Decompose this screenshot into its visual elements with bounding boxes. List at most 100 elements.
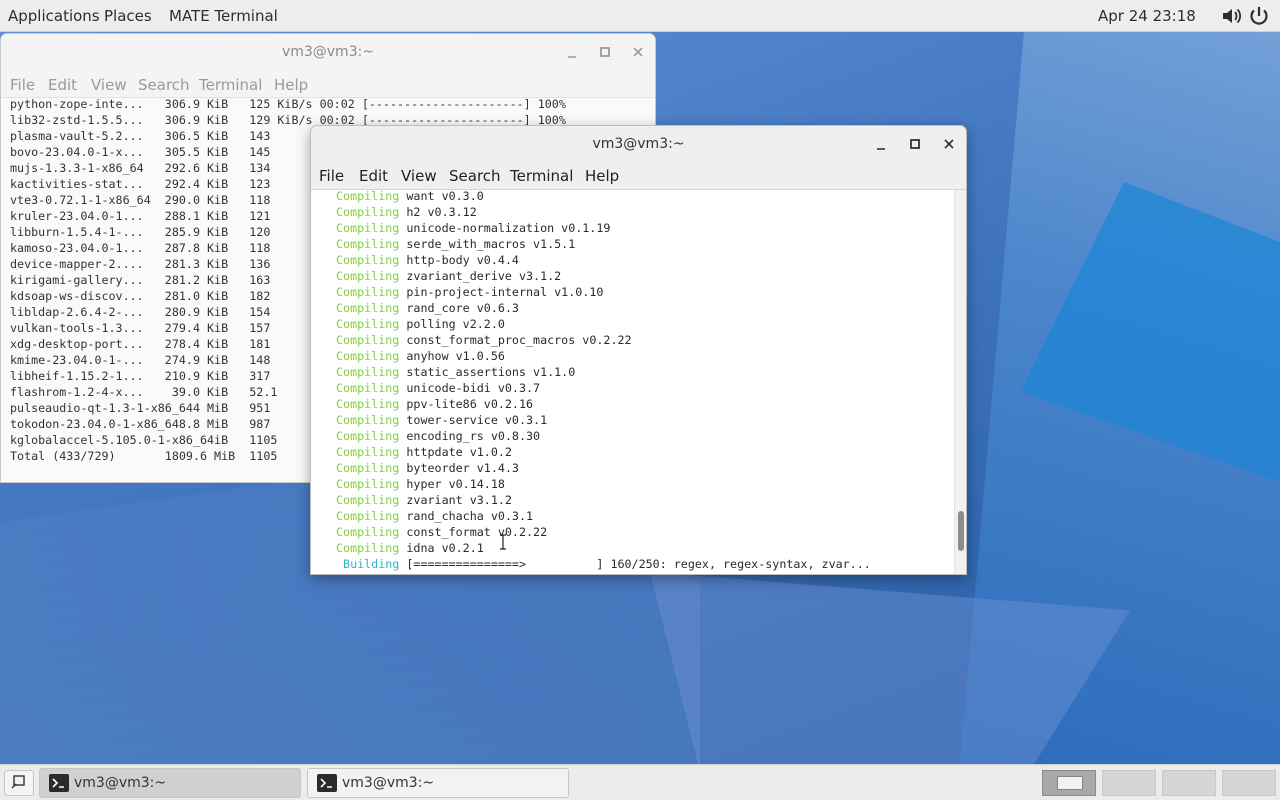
terminal-line: Compiling unicode-normalization v0.1.19 [336, 220, 871, 236]
mate-terminal-launcher[interactable]: MATE Terminal [169, 7, 278, 25]
crate-name: tower-service v0.3.1 [399, 413, 548, 427]
compiling-keyword: Compiling [336, 333, 400, 347]
window-title[interactable]: vm3@vm3:~ [311, 126, 966, 163]
crate-name: idna v0.2.1 [399, 541, 484, 555]
menu-edit[interactable]: Edit [48, 76, 77, 94]
menu-edit[interactable]: Edit [359, 167, 388, 185]
menu-terminal[interactable]: Terminal [510, 167, 573, 185]
workspace-4[interactable] [1222, 770, 1276, 796]
crate-name: httpdate v1.0.2 [399, 445, 512, 459]
close-icon[interactable] [628, 42, 648, 62]
crate-name: rand_chacha v0.3.1 [399, 509, 534, 523]
crate-name: ppv-lite86 v0.2.16 [399, 397, 534, 411]
building-keyword: Building [336, 557, 400, 571]
terminal-icon [48, 773, 70, 793]
terminal-line: Compiling pin-project-internal v1.0.10 [336, 284, 871, 300]
scrollbar-thumb[interactable] [958, 511, 964, 551]
terminal-line: Compiling serde_with_macros v1.5.1 [336, 236, 871, 252]
menu-view[interactable]: View [401, 167, 437, 185]
minimize-icon[interactable] [562, 43, 582, 63]
terminal-line: Compiling encoding_rs v0.8.30 [336, 428, 871, 444]
scrollbar[interactable] [954, 190, 966, 574]
menu-terminal[interactable]: Terminal [199, 76, 262, 94]
text-cursor-icon [499, 534, 507, 550]
menu-help[interactable]: Help [274, 76, 308, 94]
menu-help[interactable]: Help [585, 167, 619, 185]
menu-file[interactable]: File [10, 76, 35, 94]
taskbar-item-terminal-1[interactable]: vm3@vm3:~ [39, 768, 301, 798]
crate-name: h2 v0.3.12 [399, 205, 477, 219]
menu-file[interactable]: File [319, 167, 344, 185]
minimize-icon[interactable] [871, 135, 891, 155]
window-title[interactable]: vm3@vm3:~ [1, 34, 655, 70]
crate-name: pin-project-internal v1.0.10 [399, 285, 604, 299]
compiling-keyword: Compiling [336, 445, 400, 459]
terminal-line: Compiling want v0.3.0 [336, 188, 871, 204]
crate-name: rand_core v0.6.3 [399, 301, 519, 315]
terminal-line: Compiling polling v2.2.0 [336, 316, 871, 332]
compiling-keyword: Compiling [336, 365, 400, 379]
terminal-line: Compiling const_format v0.2.22 [336, 524, 871, 540]
menu-view[interactable]: View [91, 76, 127, 94]
volume-icon[interactable] [1219, 4, 1243, 28]
compiling-keyword: Compiling [336, 301, 400, 315]
crate-name: encoding_rs v0.8.30 [399, 429, 541, 443]
compiling-keyword: Compiling [336, 221, 400, 235]
compiling-keyword: Compiling [336, 429, 400, 443]
menu-bar: File Edit View Search Terminal Help [311, 163, 966, 190]
crate-name: unicode-bidi v0.3.7 [399, 381, 541, 395]
power-icon[interactable] [1247, 4, 1271, 28]
maximize-icon[interactable] [595, 42, 615, 62]
workspace-3[interactable] [1162, 770, 1216, 796]
workspace-1[interactable] [1042, 770, 1096, 796]
terminal-line: Compiling tower-service v0.3.1 [336, 412, 871, 428]
compiling-keyword: Compiling [336, 477, 400, 491]
compiling-keyword: Compiling [336, 349, 400, 363]
menu-search[interactable]: Search [138, 76, 190, 94]
front-terminal-window[interactable]: vm3@vm3:~ File Edit View Search Terminal… [310, 125, 967, 575]
compiling-keyword: Compiling [336, 269, 400, 283]
menu-search[interactable]: Search [449, 167, 501, 185]
terminal-line: Compiling hyper v0.14.18 [336, 476, 871, 492]
maximize-icon[interactable] [905, 134, 925, 154]
terminal-output[interactable]: Compiling want v0.3.0 Compiling h2 v0.3.1… [336, 188, 871, 572]
terminal-line: Compiling static_assertions v1.1.0 [336, 364, 871, 380]
places-menu[interactable]: Places [104, 7, 152, 25]
crate-name: const_format v0.2.22 [399, 525, 548, 539]
show-desktop-button[interactable] [4, 770, 34, 796]
crate-name: unicode-normalization v0.1.19 [399, 221, 611, 235]
crate-name: polling v2.2.0 [399, 317, 505, 331]
crate-name: http-body v0.4.4 [399, 253, 519, 267]
terminal-line: python-zope-inte... 306.9 KiB 125 KiB/s … [10, 97, 566, 111]
compiling-keyword: Compiling [336, 493, 400, 507]
compiling-keyword: Compiling [336, 397, 400, 411]
crate-name: zvariant_derive v3.1.2 [399, 269, 562, 283]
terminal-line: Compiling rand_chacha v0.3.1 [336, 508, 871, 524]
taskbar-item-label: vm3@vm3:~ [74, 775, 167, 791]
applications-menu[interactable]: Applications [8, 7, 100, 25]
compiling-keyword: Compiling [336, 461, 400, 475]
crate-name: static_assertions v1.1.0 [399, 365, 576, 379]
close-icon[interactable] [939, 134, 959, 154]
crate-name: serde_with_macros v1.5.1 [399, 237, 576, 251]
workspace-window-preview [1057, 776, 1083, 790]
crate-name: anyhow v1.0.56 [399, 349, 505, 363]
clock[interactable]: Apr 24 23:18 [1098, 7, 1196, 25]
crate-name: hyper v0.14.18 [399, 477, 505, 491]
compiling-keyword: Compiling [336, 205, 400, 219]
terminal-line: Compiling unicode-bidi v0.3.7 [336, 380, 871, 396]
taskbar-item-terminal-2[interactable]: vm3@vm3:~ [307, 768, 569, 798]
compiling-keyword: Compiling [336, 285, 400, 299]
top-panel: Applications Places MATE Terminal Apr 24… [0, 0, 1280, 32]
terminal-line: Compiling rand_core v0.6.3 [336, 300, 871, 316]
compiling-keyword: Compiling [336, 317, 400, 331]
compiling-keyword: Compiling [336, 413, 400, 427]
terminal-line: Compiling idna v0.2.1 [336, 540, 871, 556]
compiling-keyword: Compiling [336, 237, 400, 251]
workspace-2[interactable] [1102, 770, 1156, 796]
terminal-icon [316, 773, 338, 793]
build-progress-line: Building [===============> ] 160/250: re… [336, 556, 871, 572]
bottom-panel: vm3@vm3:~ vm3@vm3:~ [0, 764, 1280, 800]
crate-name: want v0.3.0 [399, 189, 484, 203]
menu-bar: File Edit View Search Terminal Help [1, 70, 655, 98]
